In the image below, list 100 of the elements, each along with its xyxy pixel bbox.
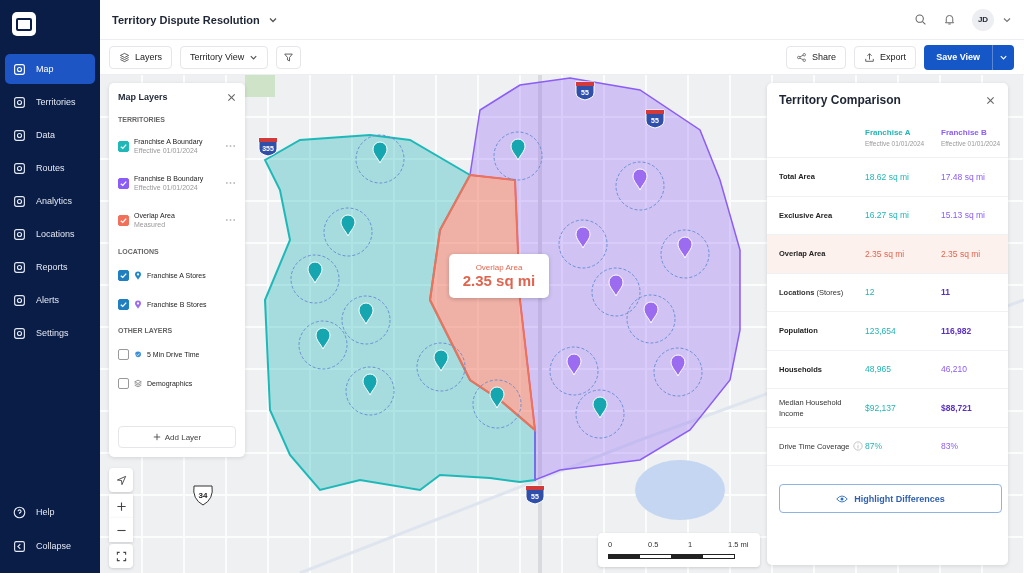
drive-time-ring <box>323 207 373 257</box>
logo-icon <box>12 12 36 36</box>
nav-item[interactable]: Locations <box>5 219 95 249</box>
drive-time-ring <box>615 161 665 211</box>
us-highway-shield: 34 <box>193 485 213 506</box>
map-pin-icon[interactable] <box>670 354 686 377</box>
table-cell-text: 116,982 <box>941 325 973 336</box>
drive-time-ring <box>558 219 608 269</box>
map-pin-icon[interactable] <box>362 373 378 396</box>
map-pin-icon[interactable] <box>592 396 608 419</box>
close-icon[interactable] <box>227 92 236 102</box>
help-icon <box>13 505 26 519</box>
drive-time-ring <box>575 389 625 439</box>
eye-icon <box>836 494 849 503</box>
map-pin-icon[interactable] <box>358 302 374 325</box>
more-options-icon[interactable] <box>225 144 236 148</box>
map-pin-icon[interactable] <box>566 353 582 376</box>
nav-item[interactable]: Reports <box>5 252 95 282</box>
nav-item[interactable]: Settings <box>5 318 95 348</box>
tooltip-label: Overlap Area <box>475 263 523 272</box>
nav-item[interactable]: Help <box>5 497 95 527</box>
fullscreen-icon <box>115 550 127 562</box>
checkbox[interactable] <box>118 140 129 152</box>
user-avatar[interactable]: JD <box>972 8 994 31</box>
drive-time-ring <box>290 254 340 304</box>
table-cell-text: 18.62 sq mi <box>865 171 910 182</box>
table-cell-text: 12 <box>865 287 876 298</box>
map-pin-icon[interactable] <box>315 327 331 350</box>
table-cell-text: 16.27 sq mi <box>865 210 910 221</box>
drive-time-ring <box>626 294 676 344</box>
drive-time-ring <box>472 379 522 429</box>
map-pin-icon[interactable] <box>372 141 388 164</box>
drive-time-ring <box>341 295 391 345</box>
layers-icon <box>119 51 130 63</box>
map-pin-icon[interactable] <box>307 261 323 284</box>
more-options-icon[interactable] <box>225 218 236 222</box>
nav-item[interactable]: Analytics <box>5 186 95 216</box>
checkbox[interactable] <box>118 298 129 310</box>
drive-time-ring <box>298 320 348 370</box>
zoom-in-button[interactable] <box>109 494 133 518</box>
table-cell-text: $88,721 <box>941 402 973 413</box>
map-pin-icon[interactable] <box>632 168 648 191</box>
checkbox[interactable] <box>118 348 129 360</box>
column-heading: Franchise A <box>865 127 912 137</box>
table-cell-text: 48,965 <box>865 364 892 375</box>
column-heading: Franchise B <box>941 127 988 137</box>
nav-item[interactable]: Data <box>5 120 95 150</box>
upload-icon <box>864 51 876 63</box>
checkbox[interactable] <box>118 269 129 281</box>
checkbox[interactable] <box>118 214 129 226</box>
fullscreen-button[interactable] <box>109 544 133 568</box>
search-icon[interactable] <box>914 13 927 26</box>
park-area <box>245 75 275 97</box>
table-cell-text: 46,210 <box>941 364 968 375</box>
nav-item[interactable]: Alerts <box>5 285 95 315</box>
checkbox[interactable] <box>118 377 129 389</box>
table-cell-text: 83% <box>941 441 959 452</box>
map-pin-icon[interactable] <box>677 236 693 259</box>
drive-time-ring <box>660 229 710 279</box>
page-title: Territory Dispute Resolution <box>112 13 260 26</box>
nav-item[interactable]: Territories <box>5 87 95 117</box>
export-button[interactable]: Export <box>854 45 917 69</box>
panel-title: Territory Comparison <box>779 93 901 107</box>
map-pin-icon[interactable] <box>608 274 624 297</box>
add-layer-button[interactable]: Add Layer <box>118 426 236 448</box>
drive-time-icon <box>134 349 142 359</box>
nav-item[interactable]: Collapse <box>5 531 95 561</box>
share-button[interactable]: Share <box>786 45 847 69</box>
map-pin-icon[interactable] <box>433 349 449 372</box>
view-dropdown[interactable]: Territory View <box>180 45 269 69</box>
plus-icon <box>152 433 161 441</box>
share-icon <box>796 51 808 63</box>
table-cell-text: 17.48 sq mi <box>941 171 986 182</box>
tooltip-value: 2.35 sq mi <box>462 272 536 289</box>
franchise-a-territory[interactable] <box>263 134 536 492</box>
checkbox[interactable] <box>118 177 129 189</box>
layers-button[interactable]: Layers <box>109 45 172 69</box>
table-cell-text: 87% <box>865 441 883 452</box>
plus-icon <box>115 500 127 512</box>
close-icon[interactable] <box>986 95 995 105</box>
more-options-icon[interactable] <box>225 181 236 185</box>
map-pin-icon[interactable] <box>643 301 659 324</box>
nav-item[interactable]: Map <box>5 54 95 84</box>
filter-button[interactable] <box>276 45 302 69</box>
panel-title: Map Layers <box>118 92 168 102</box>
table-cell-text: 2.35 sq mi <box>865 248 906 259</box>
drive-time-ring <box>549 346 599 396</box>
nav-item[interactable]: Routes <box>5 153 95 183</box>
locate-button[interactable] <box>109 468 133 492</box>
drive-time-ring <box>345 366 395 416</box>
map-pin-icon[interactable] <box>489 386 505 409</box>
highlight-differences-button[interactable]: Highlight Differences <box>779 484 1002 513</box>
table-cell-text: 11 <box>941 287 951 298</box>
filter-icon <box>283 51 295 63</box>
drive-time-ring <box>653 347 703 397</box>
map-pin-icon[interactable] <box>575 226 591 249</box>
map-pin-icon[interactable] <box>510 138 526 161</box>
map-pin-icon[interactable] <box>340 214 356 237</box>
table-cell-text: 2.35 sq mi <box>941 248 982 259</box>
drive-time-ring <box>355 134 405 184</box>
